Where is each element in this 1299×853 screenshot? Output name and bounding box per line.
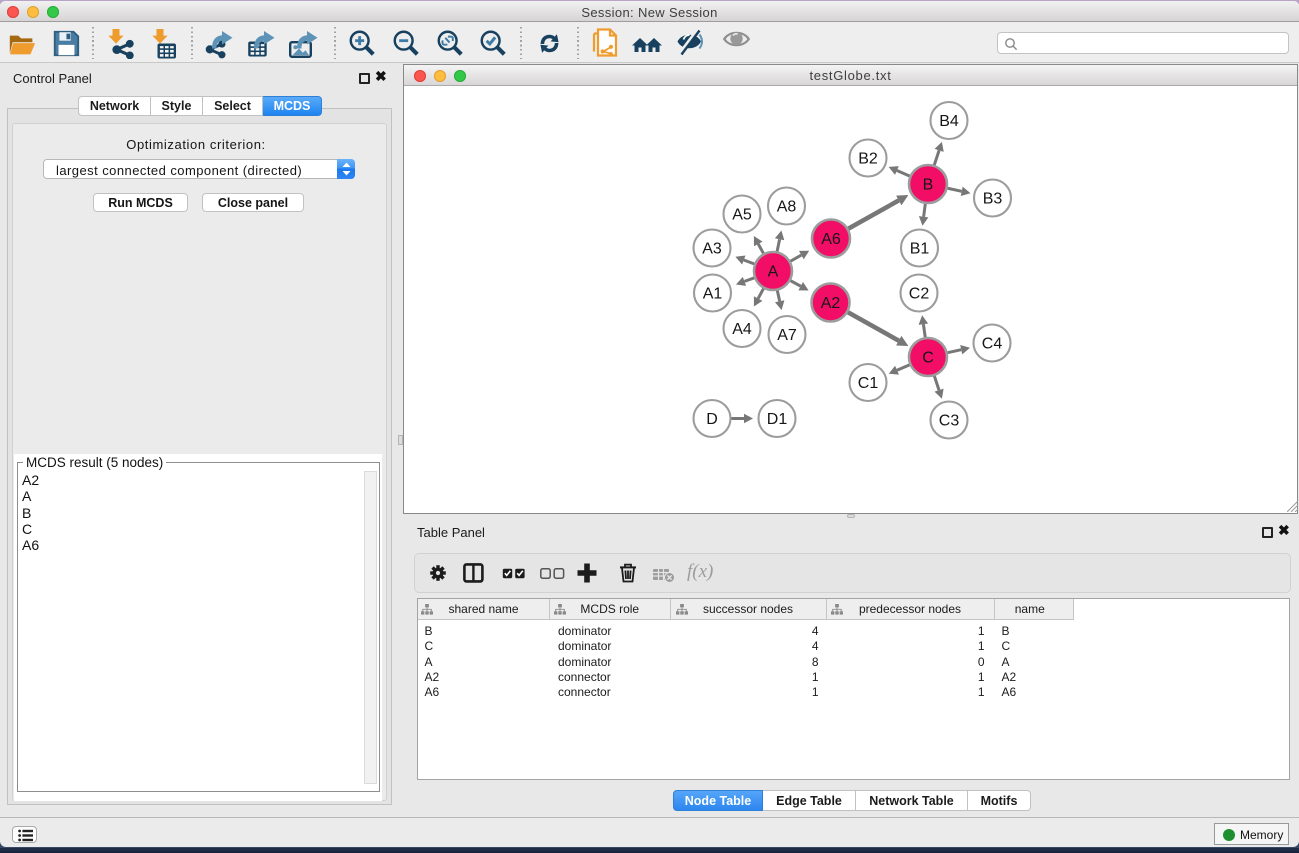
- svg-text:D1: D1: [767, 411, 788, 428]
- svg-text:A: A: [768, 264, 779, 281]
- svg-text:A5: A5: [732, 207, 752, 224]
- svg-text:B: B: [923, 177, 934, 194]
- svg-text:B3: B3: [983, 191, 1003, 208]
- svg-text:D: D: [706, 411, 718, 428]
- svg-text:f(x): f(x): [687, 561, 713, 582]
- svg-text:C4: C4: [982, 336, 1003, 353]
- svg-text:C3: C3: [939, 413, 960, 430]
- svg-text:A4: A4: [732, 321, 752, 338]
- svg-text:A6: A6: [821, 231, 841, 248]
- svg-text:A3: A3: [702, 241, 722, 258]
- svg-text:C: C: [922, 350, 934, 367]
- svg-text:A1: A1: [703, 286, 723, 303]
- svg-text:B4: B4: [939, 113, 959, 130]
- svg-text:C2: C2: [909, 286, 930, 303]
- svg-text:A2: A2: [821, 295, 841, 312]
- svg-text:C1: C1: [858, 375, 879, 392]
- svg-text:A7: A7: [777, 327, 797, 344]
- svg-text:B2: B2: [858, 151, 878, 168]
- svg-text:B1: B1: [910, 241, 930, 258]
- svg-text:A8: A8: [777, 199, 797, 216]
